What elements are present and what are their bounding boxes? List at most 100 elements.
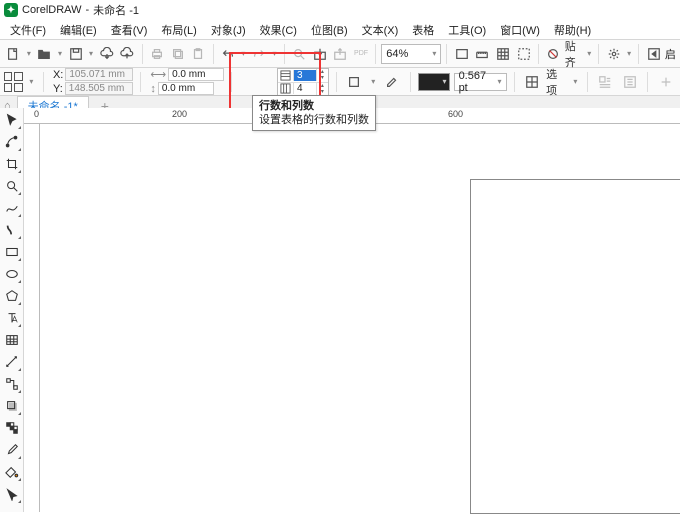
grid-button[interactable] — [494, 43, 513, 65]
rows-cols-spinner: 3 ▴▾ 4 ▴▾ — [277, 68, 329, 96]
copy-button[interactable] — [168, 43, 187, 65]
connector-tool[interactable] — [2, 374, 22, 394]
menu-view[interactable]: 查看(V) — [105, 20, 154, 40]
fill-button[interactable] — [344, 71, 365, 93]
save-button[interactable] — [66, 43, 85, 65]
canvas[interactable] — [40, 124, 680, 512]
border-button[interactable] — [521, 71, 542, 93]
open-button[interactable] — [35, 43, 54, 65]
snap-label[interactable]: 贴齐 — [565, 38, 583, 70]
undo-button[interactable] — [219, 43, 238, 65]
drop-shadow-tool[interactable] — [2, 396, 22, 416]
standard-toolbar: ▾ ▾ ▾ ▾ ▾ PDF 64%▾ 贴齐▾ ▾ 启 — [0, 40, 680, 68]
rows-stepper[interactable]: ▴▾ — [316, 69, 328, 81]
cloud-up-button[interactable] — [118, 43, 137, 65]
crop-tool[interactable] — [2, 154, 22, 174]
eyedropper-tool[interactable] — [2, 440, 22, 460]
rows-icon — [278, 70, 294, 81]
menu-text[interactable]: 文本(X) — [356, 20, 405, 40]
save-dropdown[interactable]: ▾ — [87, 49, 95, 58]
x-field[interactable]: 105.071 mm — [65, 68, 133, 81]
ruler-vertical[interactable] — [24, 124, 40, 512]
options-gear-button[interactable] — [604, 43, 623, 65]
cols-field[interactable]: 4 — [294, 83, 316, 94]
cloud-down-button[interactable] — [97, 43, 116, 65]
wrap-button[interactable] — [595, 71, 616, 93]
cols-stepper[interactable]: ▴▾ — [316, 83, 328, 95]
snap-dropdown[interactable]: ▾ — [585, 49, 593, 58]
height-field[interactable]: 0.0 mm — [158, 82, 214, 95]
print-button[interactable] — [148, 43, 167, 65]
launch-label: 启 — [665, 46, 676, 62]
rulers-button[interactable] — [473, 43, 492, 65]
rectangle-tool[interactable] — [2, 242, 22, 262]
freehand-tool[interactable] — [2, 198, 22, 218]
menu-file[interactable]: 文件(F) — [4, 20, 52, 40]
snap-off-button[interactable] — [544, 43, 563, 65]
menu-layout[interactable]: 布局(L) — [155, 20, 202, 40]
text-tool[interactable] — [2, 308, 22, 328]
new-button[interactable] — [4, 43, 23, 65]
rows-field[interactable]: 3 — [294, 70, 316, 81]
options-dropdown2[interactable]: ▾ — [571, 77, 580, 86]
menu-object[interactable]: 对象(J) — [205, 20, 252, 40]
fill-dropdown[interactable]: ▾ — [369, 77, 378, 86]
artistic-media-tool[interactable] — [2, 220, 22, 240]
x-label: X: — [53, 69, 63, 81]
pick-tool[interactable] — [2, 110, 22, 130]
dimension-tool[interactable] — [2, 352, 22, 372]
pdf-button[interactable]: PDF — [352, 43, 371, 65]
export-button[interactable] — [331, 43, 350, 65]
table-tool[interactable] — [2, 330, 22, 350]
menu-help[interactable]: 帮助(H) — [548, 20, 597, 40]
edit-fill-button[interactable] — [382, 71, 403, 93]
text-to-table-button[interactable] — [620, 71, 641, 93]
search-button[interactable] — [290, 43, 309, 65]
open-dropdown[interactable]: ▾ — [56, 49, 64, 58]
options-label[interactable]: 选项 — [546, 66, 567, 98]
presets-dropdown[interactable]: ▾ — [27, 77, 36, 86]
fill-tool[interactable] — [2, 462, 22, 482]
app-title: CorelDRAW — [22, 4, 82, 16]
title-bar: ✦ CorelDRAW - 未命名 -1 — [0, 0, 680, 20]
outline-width-field[interactable]: 0.567 pt▾ — [454, 73, 507, 91]
guides-button[interactable] — [514, 43, 533, 65]
doc-title: 未命名 -1 — [93, 2, 139, 18]
menu-tools[interactable]: 工具(O) — [442, 20, 492, 40]
tooltip-title: 行数和列数 — [259, 99, 369, 113]
transparency-tool[interactable] — [2, 418, 22, 438]
add-button[interactable] — [655, 71, 676, 93]
page — [470, 179, 680, 514]
outline-width-value: 0.567 pt — [459, 70, 498, 94]
shape-tool[interactable] — [2, 132, 22, 152]
title-sep: - — [86, 4, 90, 16]
outline-tool[interactable] — [2, 484, 22, 504]
width-field[interactable]: 0.0 mm — [168, 68, 224, 81]
zoom-level-combo[interactable]: 64%▾ — [381, 44, 441, 64]
paste-button[interactable] — [189, 43, 208, 65]
presets-icon[interactable] — [4, 72, 23, 92]
tooltip-body: 设置表格的行数和列数 — [259, 113, 369, 127]
options-dropdown[interactable]: ▾ — [625, 49, 633, 58]
ruler-tick: 200 — [172, 109, 187, 119]
menu-edit[interactable]: 编辑(E) — [54, 20, 103, 40]
size-block: ⟷0.0 mm ↕0.0 mm — [150, 68, 224, 95]
menu-table[interactable]: 表格 — [406, 20, 440, 40]
menu-bitmap[interactable]: 位图(B) — [305, 20, 354, 40]
new-dropdown[interactable]: ▾ — [25, 49, 33, 58]
redo-dropdown[interactable]: ▾ — [270, 49, 278, 58]
redo-button[interactable] — [250, 43, 269, 65]
ellipse-tool[interactable] — [2, 264, 22, 284]
polygon-tool[interactable] — [2, 286, 22, 306]
undo-dropdown[interactable]: ▾ — [239, 49, 247, 58]
cols-icon — [278, 83, 294, 94]
outline-color-swatch[interactable]: ▾ — [418, 73, 450, 91]
zoom-tool[interactable] — [2, 176, 22, 196]
launch-button[interactable] — [644, 43, 663, 65]
menu-effects[interactable]: 效果(C) — [254, 20, 303, 40]
ruler-tick: 0 — [34, 109, 39, 119]
fullscreen-button[interactable] — [452, 43, 471, 65]
menu-window[interactable]: 窗口(W) — [494, 20, 546, 40]
import-button[interactable] — [310, 43, 329, 65]
y-field[interactable]: 148.505 mm — [65, 82, 133, 95]
